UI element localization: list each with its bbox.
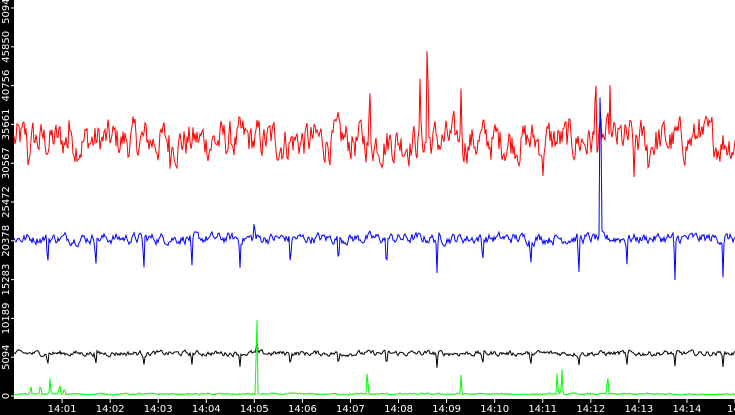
x-tick-label: 14:10 bbox=[480, 404, 509, 415]
y-tick-label: 40756 bbox=[1, 70, 12, 102]
y-tick-label: 45850 bbox=[1, 31, 12, 63]
x-tick-label: 14:01 bbox=[48, 404, 77, 415]
x-tick-label: 14:13 bbox=[624, 404, 653, 415]
x-tick-label: 14:03 bbox=[144, 404, 173, 415]
x-tick-label: 14:07 bbox=[336, 404, 365, 415]
x-tick-label: 14:14 bbox=[673, 404, 702, 415]
y-tick-label: 15283 bbox=[1, 264, 12, 296]
y-tick-label: 35661 bbox=[1, 108, 12, 140]
y-tick-label: 10189 bbox=[1, 302, 12, 334]
y-tick-label: 50945 bbox=[1, 0, 12, 24]
y-tick-label: 0 bbox=[1, 393, 12, 399]
y-tick-label: 30567 bbox=[1, 147, 12, 179]
plot-area bbox=[14, 0, 735, 399]
y-axis: 0 5094 10189 15283 20378 25472 30567 35661 40756… bbox=[1, 0, 15, 399]
x-tick-label: 14:11 bbox=[528, 404, 557, 415]
x-tick-label: 14:02 bbox=[96, 404, 125, 415]
y-tick-label: 25472 bbox=[1, 186, 12, 218]
y-tick-label: 20378 bbox=[1, 225, 12, 257]
x-tick-label: 14:12 bbox=[576, 404, 605, 415]
x-tick-label: 14:06 bbox=[288, 404, 317, 415]
x-tick-label: 14:05 bbox=[240, 404, 269, 415]
line-chart: 0 5094 10189 15283 20378 25472 30567 35661 40756… bbox=[1, 0, 735, 415]
x-tick-label: 14: bbox=[727, 404, 735, 415]
x-tick-label: 14:09 bbox=[432, 404, 461, 415]
x-tick-label: 14:08 bbox=[384, 404, 413, 415]
x-axis: 14:01 14:02 14:03 14:04 14:05 14:06 14:07 14:08… bbox=[48, 399, 735, 415]
y-tick-label: 5094 bbox=[1, 344, 12, 369]
x-tick-label: 14:04 bbox=[192, 404, 221, 415]
